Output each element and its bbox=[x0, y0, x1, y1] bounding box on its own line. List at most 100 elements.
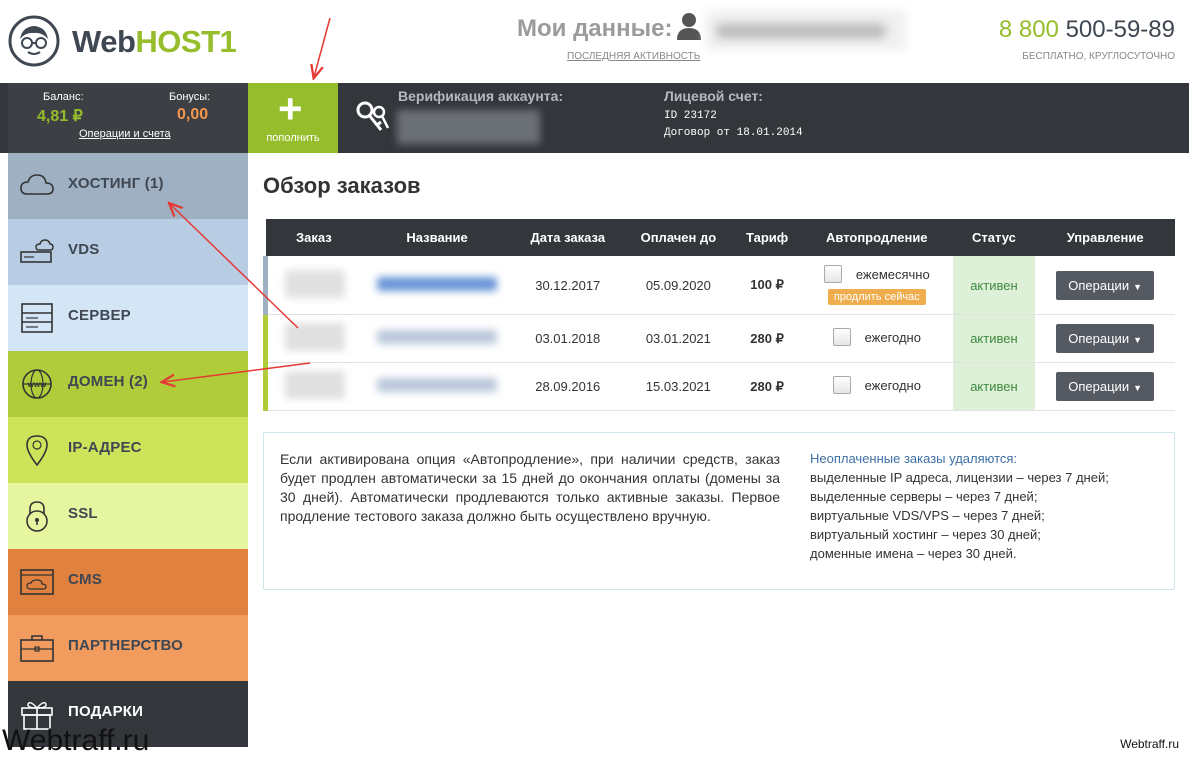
order-name-blurred[interactable] bbox=[377, 330, 498, 344]
sidebar-item-label: VDS bbox=[68, 241, 100, 258]
column-header[interactable]: Название bbox=[362, 219, 512, 256]
unpaid-orders-line: доменные имена – через 30 дней. bbox=[810, 546, 1017, 561]
status-badge: активен bbox=[952, 314, 1036, 363]
table-row: 28.09.2016 15.03.2021 280 ₽ ежегодно акт… bbox=[263, 362, 1175, 411]
topup-button[interactable]: + пополнить bbox=[248, 83, 338, 153]
sidebar-item-cms[interactable]: CMS bbox=[8, 549, 248, 615]
server-icon bbox=[21, 303, 53, 333]
autorenew-period: ежегодно bbox=[864, 329, 921, 345]
bonus-label: Бонусы: bbox=[169, 91, 211, 103]
column-header[interactable]: Дата заказа bbox=[511, 219, 624, 256]
unpaid-orders-heading: Неоплаченные заказы удаляются: bbox=[810, 451, 1018, 466]
unpaid-orders-info: Неоплаченные заказы удаляются: выделенны… bbox=[810, 449, 1160, 563]
status-badge: активен bbox=[952, 362, 1036, 411]
paid-until-cell: 15.03.2021 bbox=[623, 362, 734, 411]
paid-until-cell: 03.01.2021 bbox=[623, 314, 734, 363]
plus-icon: + bbox=[278, 85, 303, 132]
autorenew-checkbox[interactable] bbox=[832, 328, 851, 346]
column-header[interactable]: Статус bbox=[952, 219, 1036, 256]
operations-button-label: Операции bbox=[1068, 379, 1130, 394]
order-id-blurred[interactable] bbox=[285, 371, 346, 399]
autorenew-cell: ежемесячно продлить сейчас bbox=[800, 256, 953, 315]
autorenew-cell: ежегодно bbox=[800, 362, 953, 411]
sidebar-item-server[interactable]: СЕРВЕР bbox=[8, 285, 248, 351]
tariff-cell: 280 ₽ bbox=[733, 314, 801, 363]
briefcase-icon bbox=[20, 635, 54, 662]
order-name-blurred[interactable] bbox=[377, 276, 498, 291]
autorenew-control: ежемесячно bbox=[823, 265, 930, 283]
table-row: 03.01.2018 03.01.2021 280 ₽ ежегодно акт… bbox=[263, 314, 1175, 363]
globe-www-icon: www bbox=[22, 369, 52, 399]
order-id-blurred[interactable] bbox=[285, 323, 346, 351]
logo-text-web: Web bbox=[72, 24, 136, 59]
bonus-value: 0,00 bbox=[177, 106, 209, 123]
cms-window-icon bbox=[20, 569, 54, 595]
operations-dropdown-button[interactable]: Операции ▼ bbox=[1056, 372, 1154, 401]
unpaid-orders-line: выделенные серверы – через 7 дней; bbox=[810, 489, 1038, 504]
sidebar-item-label: ПОДАРКИ bbox=[68, 703, 144, 720]
order-date-cell: 03.01.2018 bbox=[511, 314, 624, 363]
svg-text:www: www bbox=[27, 380, 47, 389]
column-header[interactable]: Тариф bbox=[733, 219, 801, 256]
operations-button-label: Операции bbox=[1068, 277, 1130, 293]
column-header[interactable]: Оплачен до bbox=[623, 219, 734, 256]
order-id-cell bbox=[263, 256, 363, 315]
sidebar-item-vds[interactable]: VDS bbox=[8, 219, 248, 285]
autorenew-info-text: Если активирована опция «Автопродление»,… bbox=[280, 451, 780, 524]
column-header[interactable]: Заказ bbox=[265, 219, 363, 256]
operations-dropdown-button[interactable]: Операции ▼ bbox=[1056, 270, 1154, 300]
operations-dropdown-button[interactable]: Операции ▼ bbox=[1056, 324, 1154, 353]
paid-until-cell: 05.09.2020 bbox=[623, 256, 734, 315]
renew-now-button[interactable]: продлить сейчас bbox=[827, 289, 926, 305]
order-id-blurred[interactable] bbox=[285, 269, 346, 298]
user-icon bbox=[677, 13, 701, 40]
tariff-cell: 100 ₽ bbox=[733, 256, 801, 315]
actions-cell: Операции ▼ bbox=[1035, 362, 1175, 411]
phone-prefix: 8 800 bbox=[998, 16, 1059, 43]
tariff-cell: 280 ₽ bbox=[733, 362, 801, 411]
page-title: Обзор заказов bbox=[263, 173, 421, 198]
last-activity-link[interactable]: ПОСЛЕДНЯЯ АКТИВНОСТЬ bbox=[567, 51, 700, 62]
operations-button-label: Операции bbox=[1068, 331, 1130, 346]
sidebar-item-domain[interactable]: www ДОМЕН (2) bbox=[8, 351, 248, 417]
autorenew-checkbox[interactable] bbox=[823, 265, 842, 283]
column-header[interactable]: Управление bbox=[1035, 219, 1175, 256]
order-name-cell bbox=[362, 362, 512, 411]
order-name-cell bbox=[362, 256, 512, 315]
account-contract: Договор от 18.01.2014 bbox=[664, 127, 803, 139]
order-id-cell bbox=[263, 314, 363, 363]
order-id-cell bbox=[263, 362, 363, 411]
order-name-blurred[interactable] bbox=[377, 378, 498, 392]
sidebar-item-ip[interactable]: IP-АДРЕС bbox=[8, 417, 248, 483]
topup-label: пополнить bbox=[266, 132, 320, 144]
actions-cell: Операции ▼ bbox=[1035, 314, 1175, 363]
account-label: Лицевой счет: bbox=[664, 88, 763, 104]
header: WebHOST1 Мои данные: ПОСЛЕДНЯЯ АКТИВНОСТ… bbox=[0, 0, 1189, 83]
table-header-row: Заказ Название Дата заказа Оплачен до Та… bbox=[265, 219, 1175, 256]
location-pin-icon bbox=[26, 435, 48, 466]
sidebar-item-ssl[interactable]: SSL bbox=[8, 483, 248, 549]
user-name-blurred[interactable] bbox=[706, 10, 906, 50]
watermark-left: Webtraff.ru bbox=[2, 724, 150, 757]
caret-down-icon: ▼ bbox=[1133, 383, 1142, 393]
autorenew-checkbox[interactable] bbox=[832, 376, 851, 394]
cloud-server-icon bbox=[20, 239, 54, 263]
phone-note: БЕСПЛАТНО, КРУГЛОСУТОЧНО bbox=[1022, 51, 1175, 62]
operations-link[interactable]: Операции и счета bbox=[79, 128, 171, 140]
autorenew-period: ежегодно bbox=[864, 377, 921, 393]
logo-text[interactable]: WebHOST1 bbox=[72, 24, 237, 60]
logo-icon[interactable] bbox=[8, 15, 60, 67]
autorenew-period: ежемесячно bbox=[855, 266, 930, 282]
sidebar-item-partnership[interactable]: ПАРТНЕРСТВО bbox=[8, 615, 248, 681]
phone-number: 8 800 500-59-89 bbox=[999, 16, 1175, 44]
lock-icon bbox=[26, 501, 48, 532]
sidebar-item-hosting[interactable]: ХОСТИНГ (1) bbox=[8, 153, 248, 219]
sidebar-item-label: СЕРВЕР bbox=[68, 307, 131, 324]
unpaid-orders-line: выделенные IP адреса, лицензии – через 7… bbox=[810, 470, 1109, 485]
phone-main: 500-59-89 bbox=[1065, 16, 1175, 43]
status-badge: активен bbox=[952, 256, 1036, 315]
caret-down-icon: ▼ bbox=[1133, 281, 1142, 292]
sidebar: ХОСТИНГ (1) VDS СЕРВЕР www ДОМЕН (2) IP-… bbox=[8, 153, 248, 747]
autorenew-info-box: Если активирована опция «Автопродление»,… bbox=[263, 432, 1175, 590]
column-header[interactable]: Автопродление bbox=[800, 219, 953, 256]
